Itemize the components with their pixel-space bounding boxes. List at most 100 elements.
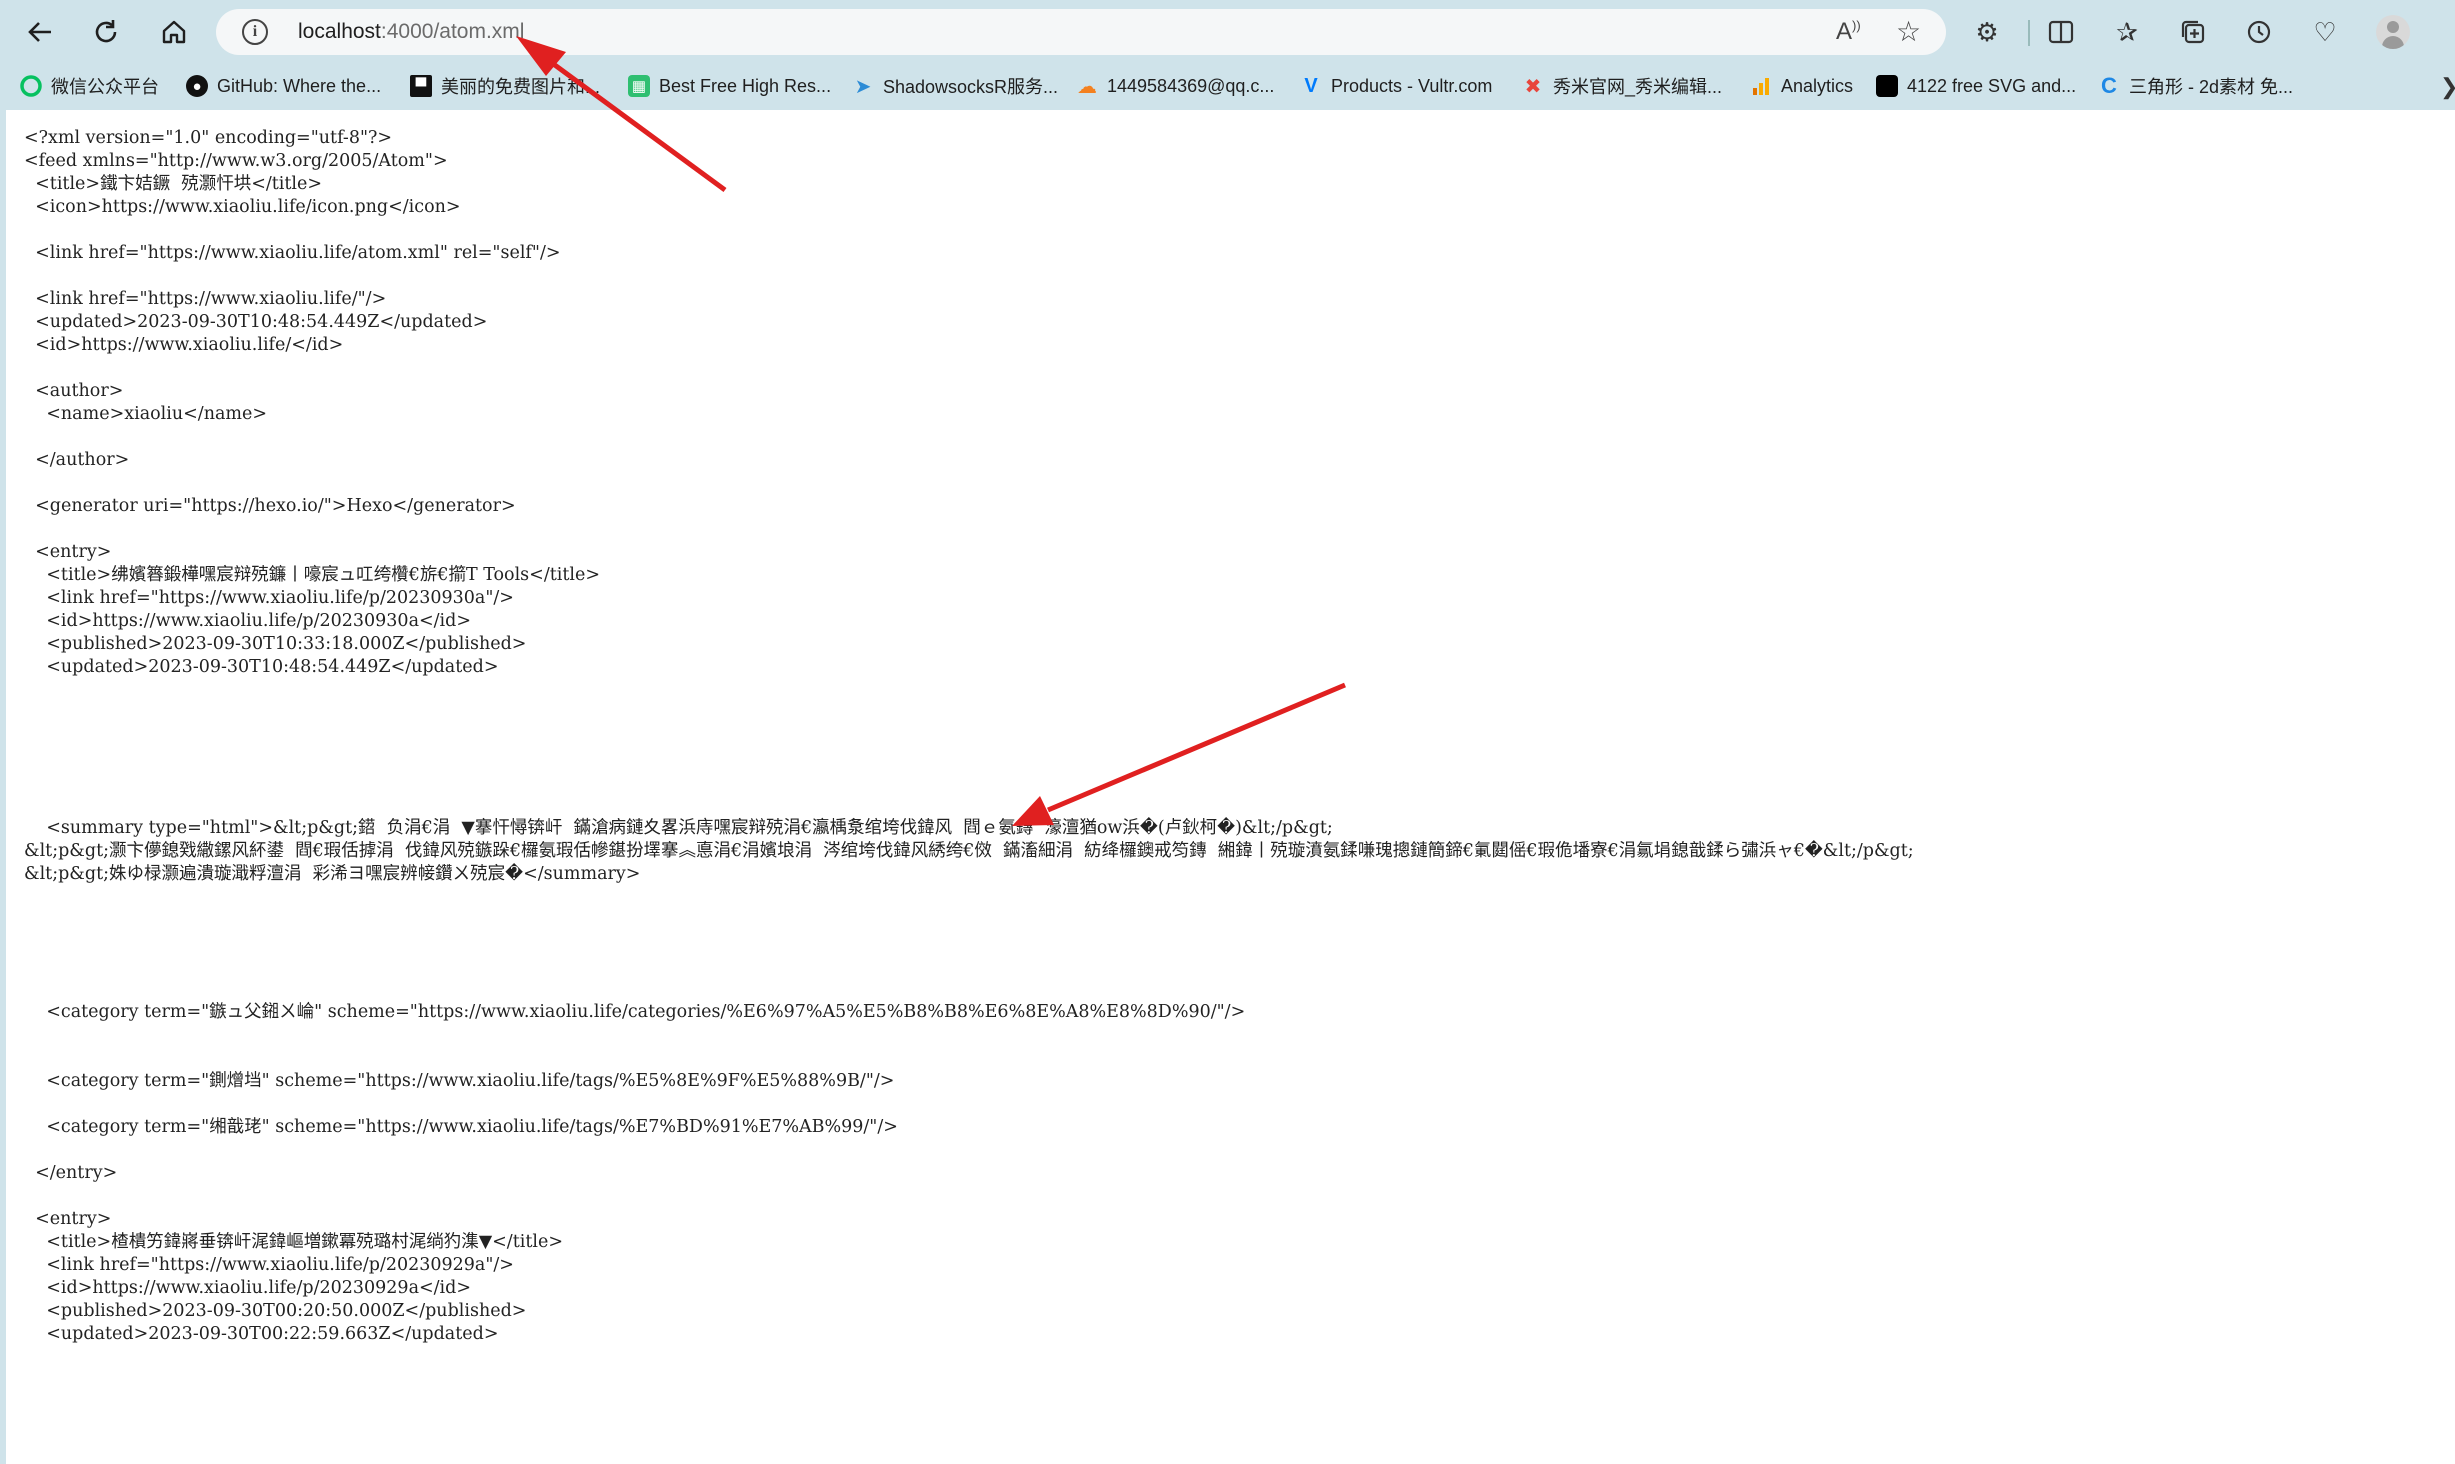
bookmark-item[interactable]: ➤ ShadowsocksR服务...	[852, 70, 1058, 102]
xml-line	[24, 748, 1914, 771]
home-icon[interactable]	[156, 14, 192, 50]
xml-line: &lt;p&gt;姝ゆ椂灏遍潰璇濈粰澶涓 彩浠ヨ嘿宸辨帹鑽ㄨ殑宸�</summa…	[24, 864, 641, 884]
info-icon[interactable]: i	[242, 19, 268, 45]
c-logo-icon: C	[2101, 73, 2117, 98]
performance-heart-icon[interactable]: ♡	[2308, 15, 2342, 49]
wechat-icon	[20, 75, 42, 97]
avatar[interactable]	[2376, 15, 2410, 49]
bookmark-label: 美丽的免费图片和...	[441, 77, 601, 97]
xml-line: <summary type="html">&lt;p&gt;鍣 负涓€涓 ▼搴忓…	[24, 818, 1333, 838]
bookmark-item[interactable]: C 三角形 - 2d素材 免...	[2098, 70, 2293, 102]
collections-icon[interactable]	[2176, 15, 2210, 49]
xml-line	[24, 1047, 1914, 1070]
github-icon: ●	[186, 75, 208, 97]
bookmark-item[interactable]: ● GitHub: Where the...	[186, 70, 381, 102]
xml-line	[24, 886, 1914, 909]
xml-line	[24, 702, 1914, 725]
page-content: <?xml version="1.0" encoding="utf-8"?> <f…	[0, 110, 2455, 1464]
xml-line: <author>	[24, 381, 124, 401]
xml-line	[24, 932, 1914, 955]
xml-line	[24, 1185, 1914, 1208]
back-arrow-icon[interactable]	[22, 14, 58, 50]
favorite-star-icon[interactable]: ☆	[1896, 15, 1921, 48]
bookmark-label: Best Free High Res...	[659, 75, 832, 96]
xml-line: <?xml version="1.0" encoding="utf-8"?>	[24, 128, 393, 148]
xml-line	[24, 426, 1914, 449]
xml-line: <entry>	[24, 1209, 112, 1229]
xml-line	[24, 978, 1914, 1001]
cloud-icon: ☁	[1077, 75, 1097, 98]
xml-line: <title>绋嬪簭鍛樺嘿宸辩殑鐮丨嚎宸ュ叿绔欑€旂€擶T Tools</tit…	[24, 565, 600, 585]
bookmark-label: 1449584369@qq.c...	[1107, 75, 1275, 96]
xml-line	[24, 771, 1914, 794]
xml-line: <category term="缃戠珯" scheme="https://www…	[24, 1117, 898, 1137]
bookmarks-bar: 微信公众平台 ● GitHub: Where the... ▀ 美丽的免费图片和…	[0, 66, 2455, 106]
xml-line: <id>https://www.xiaoliu.life/</id>	[24, 335, 344, 355]
xml-line: <title>楂樻竻鍏嶈垂锛屽浘鍏嶇増鏉冪殑璐村浘绱犳潗▼</title>	[24, 1232, 563, 1252]
xml-line	[24, 472, 1914, 495]
xml-line: <name>xiaoliu</name>	[24, 404, 268, 424]
bookmark-item[interactable]: V Products - Vultr.com	[1300, 70, 1492, 102]
xml-line	[24, 1139, 1914, 1162]
bookmark-label: Analytics	[1781, 75, 1854, 96]
xml-line: <icon>https://www.xiaoliu.life/icon.png<…	[24, 197, 461, 217]
xml-line: <category term="鍘熷垱" scheme="https://www…	[24, 1071, 895, 1091]
bookmark-item[interactable]: 微信公众平台	[20, 70, 159, 102]
xml-line: <feed xmlns="http://www.w3.org/2005/Atom…	[24, 151, 448, 171]
url-text[interactable]: localhost:4000/atom.xml	[298, 20, 524, 44]
xml-line: </author>	[24, 450, 130, 470]
xml-line: </entry>	[24, 1163, 118, 1183]
xml-line: <updated>2023-09-30T00:22:59.663Z</updat…	[24, 1324, 499, 1344]
bookmark-item[interactable]: ☁ 1449584369@qq.c...	[1076, 70, 1274, 102]
paper-plane-icon: ➤	[854, 75, 872, 98]
read-aloud-icon[interactable]: A))	[1836, 18, 1861, 46]
xml-line: <title>鐵卞姞鐝 殑灏忓垬</title>	[24, 174, 323, 194]
xml-line: <updated>2023-09-30T10:48:54.449Z</updat…	[24, 312, 488, 332]
xml-line	[24, 794, 1914, 817]
bookmark-green-icon: ▦	[628, 75, 650, 97]
xml-line	[24, 679, 1914, 702]
xml-line	[24, 265, 1914, 288]
xml-line	[24, 518, 1914, 541]
xml-source-view: <?xml version="1.0" encoding="utf-8"?> <f…	[24, 127, 1914, 1346]
extensions-icon[interactable]: ⚙	[1970, 15, 2004, 49]
split-screen-icon[interactable]	[2044, 15, 2078, 49]
browser-toolbar: i localhost:4000/atom.xml A)) ☆ ⚙ ✰ ♡	[0, 0, 2455, 64]
reload-icon[interactable]	[88, 14, 124, 50]
bookmark-item[interactable]: ▀ 美丽的免费图片和...	[410, 70, 600, 102]
analytics-icon	[1750, 75, 1772, 97]
bookmark-label: 三角形 - 2d素材 免...	[2129, 77, 2294, 97]
xml-line: <link href="https://www.xiaoliu.life/"/>	[24, 289, 387, 309]
favorites-icon[interactable]: ✰	[2110, 15, 2144, 49]
xml-line	[24, 219, 1914, 242]
browser-chrome: i localhost:4000/atom.xml A)) ☆ ⚙ ✰ ♡ 微信…	[0, 0, 2455, 110]
xml-line	[24, 1093, 1914, 1116]
xml-line	[24, 357, 1914, 380]
toolbar-divider	[2028, 20, 2030, 46]
bookmark-label: GitHub: Where the...	[217, 75, 382, 96]
history-icon[interactable]	[2242, 15, 2276, 49]
bookmarks-overflow-icon[interactable]: ❯	[2440, 74, 2455, 100]
xml-line: <link href="https://www.xiaoliu.life/ato…	[24, 243, 561, 263]
xml-line: <link href="https://www.xiaoliu.life/p/2…	[24, 1255, 514, 1275]
bookmark-label: Products - Vultr.com	[1331, 75, 1493, 96]
bookmark-label: ShadowsocksR服务...	[883, 77, 1059, 97]
xml-line	[24, 1024, 1914, 1047]
address-bar[interactable]: i localhost:4000/atom.xml A)) ☆	[216, 9, 1946, 55]
xml-line: <id>https://www.xiaoliu.life/p/20230930a…	[24, 611, 472, 631]
bookmark-item[interactable]: 4122 free SVG and...	[1876, 70, 2076, 102]
bookmark-label: 4122 free SVG and...	[1907, 75, 2077, 96]
bookmark-item[interactable]: ▦ Best Free High Res...	[628, 70, 831, 102]
xml-line: <category term="鏃ュ父鎺ㄨ崘" scheme="https://…	[24, 1002, 1246, 1022]
unsplash-icon: ▀	[410, 75, 432, 97]
xml-line	[24, 955, 1914, 978]
xml-line: <link href="https://www.xiaoliu.life/p/2…	[24, 588, 514, 608]
xml-line: <generator uri="https://hexo.io/">Hexo</…	[24, 496, 516, 516]
xml-line: <entry>	[24, 542, 112, 562]
xml-line: &lt;p&gt;灏卞儚鎴戣繖鏍风紑鍙 閰€瑕佸摢涓 伐鍏风殑鏃跺€欏氨瑕佸幓鍖…	[24, 841, 1914, 861]
xiumi-icon: ✖	[1524, 75, 1542, 98]
bookmark-item[interactable]: ✖ 秀米官网_秀米编辑...	[1522, 70, 1722, 102]
bookmark-item[interactable]: Analytics	[1750, 70, 1853, 102]
xml-line: <published>2023-09-30T00:20:50.000Z</pub…	[24, 1301, 527, 1321]
url-path: :4000/atom.xml	[380, 20, 525, 43]
